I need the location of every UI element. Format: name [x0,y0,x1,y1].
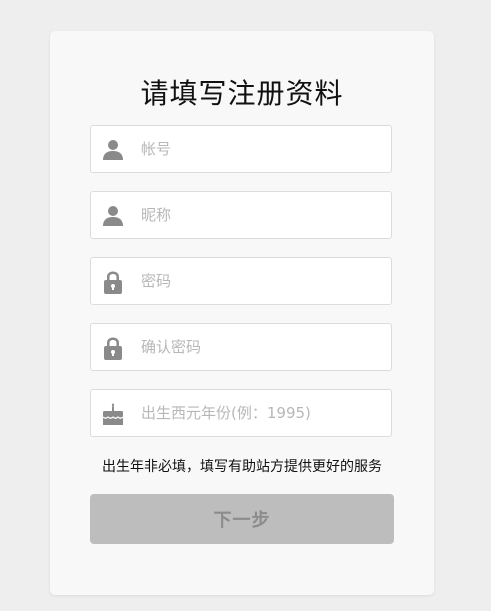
password-input[interactable] [141,258,381,304]
lock-icon [101,336,125,360]
birth-year-input[interactable] [141,390,381,436]
next-step-button[interactable]: 下一步 [90,494,394,544]
user-icon [101,204,125,228]
form-title: 请填写注册资料 [140,77,344,110]
birth-year-note: 出生年非必填，填写有助站方提供更好的服务 [102,459,382,475]
nickname-input[interactable] [141,192,381,238]
nickname-field-container[interactable] [90,191,392,239]
password-field-container[interactable] [90,257,392,305]
account-input[interactable] [141,126,381,172]
lock-icon [101,270,125,294]
confirm-password-field-container[interactable] [90,323,392,371]
account-field-container[interactable] [90,125,392,173]
user-icon [101,138,125,162]
birth-year-field-container[interactable] [90,389,392,437]
confirm-password-input[interactable] [141,324,381,370]
birthday-cake-icon [101,402,125,426]
registration-card: 请填写注册资料 帐号 昵称 出生西元年份(例：1995) 出生年非必填，填写有助… [50,31,434,595]
